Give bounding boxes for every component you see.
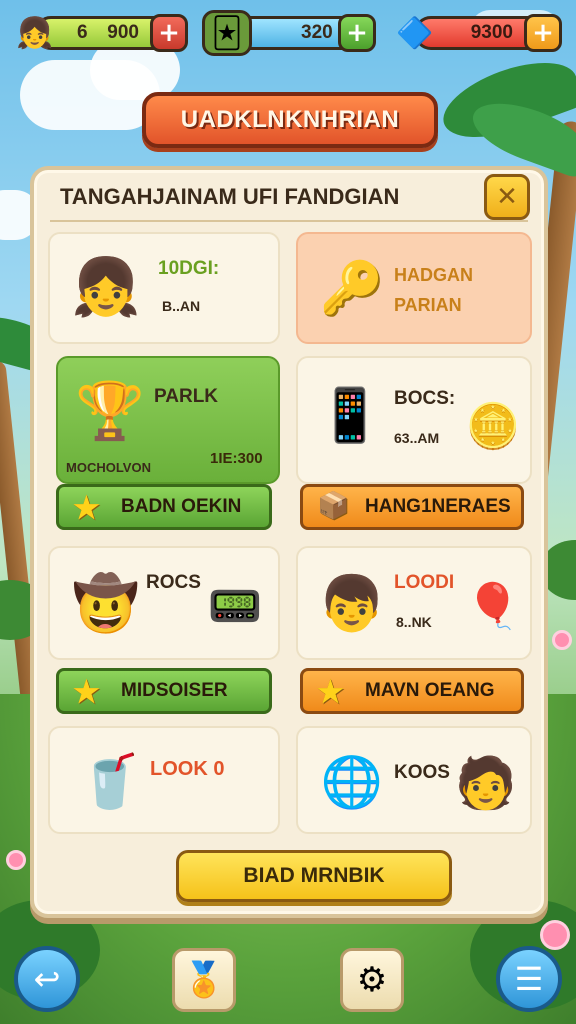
- item-card-6[interactable]: 👦 LOODI 8..NK 🎈: [296, 546, 532, 660]
- action-button-3-label: MIDSOISER: [121, 680, 228, 701]
- main-panel: TANGAHJAINAM UFI FANDGIAN ✕ 👧 10DGI: B..…: [30, 166, 548, 918]
- item-card-8[interactable]: 🌐 KOOS 🧑: [296, 726, 532, 834]
- energy-extra: 0: [322, 22, 333, 43]
- item-card-3-value: 1IE:300: [210, 450, 263, 467]
- girl-character-icon: 👧: [71, 255, 141, 320]
- star-icon: ★: [73, 492, 100, 525]
- star-icon: ★: [73, 676, 100, 709]
- item-card-7-name: LOOK 0: [150, 758, 225, 780]
- action-button-1-label: BADN OEKIN: [121, 496, 242, 517]
- item-card-4-name: BOCS:: [394, 388, 456, 409]
- gift-box-icon: 📦: [317, 491, 350, 521]
- trophy-button[interactable]: 🏅: [172, 948, 236, 1012]
- gem-icon: 🔷: [396, 15, 434, 51]
- coin-stack-icon: 🪙: [465, 401, 521, 452]
- item-card-1-sub: B..AN: [162, 298, 201, 314]
- menu-button[interactable]: ☰: [496, 946, 562, 1012]
- item-card-4[interactable]: 📱 BOCS: 63..AM 🪙: [296, 356, 532, 484]
- item-card-2[interactable]: 🔑 HADGAN PARIAN: [296, 232, 532, 344]
- phone-star-icon: 📱: [317, 385, 383, 446]
- gems-resource-bar: 🔷 9300 +: [390, 10, 562, 54]
- primary-action-button[interactable]: BIAD MRNBIK: [176, 850, 452, 902]
- energy-current: 32: [301, 22, 323, 43]
- player-resource-bar: 👧 6 900 +: [10, 10, 188, 54]
- golden-cup-icon: 🥤: [77, 751, 143, 812]
- close-icon: ✕: [496, 182, 518, 212]
- back-arrow-icon: ↩: [33, 960, 61, 998]
- item-card-5-name: ROCS: [146, 572, 201, 593]
- girl-avatar-icon[interactable]: 👧: [10, 10, 60, 56]
- item-card-6-name: LOODI: [394, 572, 455, 593]
- item-card-8-name: KOOS: [394, 762, 450, 783]
- star-icon: ★: [317, 676, 344, 709]
- action-button-2-label: HANG1NERAES: [365, 496, 511, 517]
- energy-resource-bar: 🃏 32 0 +: [202, 10, 376, 56]
- item-card-3[interactable]: 🏆 PARLK MOCHOLVON 1IE:300: [56, 356, 280, 484]
- add-player-resource-button[interactable]: +: [150, 14, 188, 52]
- item-card-3-name: PARLK: [154, 386, 219, 407]
- trophy-heart-icon: 🏆: [75, 379, 145, 444]
- menu-icon: ☰: [514, 960, 544, 998]
- item-card-1[interactable]: 👧 10DGI: B..AN: [48, 232, 280, 344]
- item-card-6-sub: 8..NK: [396, 614, 432, 630]
- action-button-1[interactable]: ★ BADN OEKIN: [56, 484, 272, 530]
- item-card-5[interactable]: 🤠 ROCS 📟: [48, 546, 280, 660]
- golden-key-icon: 🔑: [319, 258, 385, 319]
- settings-button[interactable]: ⚙: [340, 948, 404, 1012]
- globe-cart-icon: 🌐: [320, 752, 384, 811]
- explorer-character-icon: 🧑: [454, 753, 518, 812]
- energy-card-icon: 🃏: [202, 10, 252, 56]
- tablet-device-icon: 📟: [207, 581, 263, 632]
- item-card-2-name: HADGAN PARIAN: [394, 260, 473, 320]
- add-gems-button[interactable]: +: [524, 14, 562, 52]
- item-card-4-sub: 63..AM: [394, 430, 440, 446]
- title-ribbon: UADKLNKNHRIAN: [142, 92, 438, 148]
- item-card-1-name: 10DGI:: [158, 258, 220, 279]
- panel-divider: [50, 220, 528, 222]
- hot-air-balloon-icon: 🎈: [465, 581, 521, 632]
- item-card-3-sub: MOCHOLVON: [66, 460, 151, 475]
- item-card-2-name-text: HADGAN PARIAN: [394, 265, 473, 315]
- boy-character-icon: 👦: [318, 572, 386, 635]
- back-button[interactable]: ↩: [14, 946, 80, 1012]
- player-level: 6: [77, 22, 88, 43]
- action-button-3[interactable]: ★ MIDSOISER: [56, 668, 272, 714]
- cowgirl-character-icon: 🤠: [72, 572, 140, 635]
- panel-title: TANGAHJAINAM UFI FANDGIAN: [60, 184, 400, 209]
- gems-amount: 9300: [470, 22, 513, 43]
- action-button-2[interactable]: 📦 HANG1NERAES: [300, 484, 524, 530]
- close-button[interactable]: ✕: [484, 174, 530, 220]
- action-button-4[interactable]: ★ MAVN OEANG: [300, 668, 524, 714]
- gear-icon: ⚙: [356, 960, 388, 1000]
- item-card-7[interactable]: 🥤 LOOK 0: [48, 726, 280, 834]
- trophy-icon: 🏅: [182, 960, 226, 1000]
- player-amount: 900: [107, 22, 139, 43]
- action-button-4-label: MAVN OEANG: [365, 680, 495, 701]
- add-energy-button[interactable]: +: [338, 14, 376, 52]
